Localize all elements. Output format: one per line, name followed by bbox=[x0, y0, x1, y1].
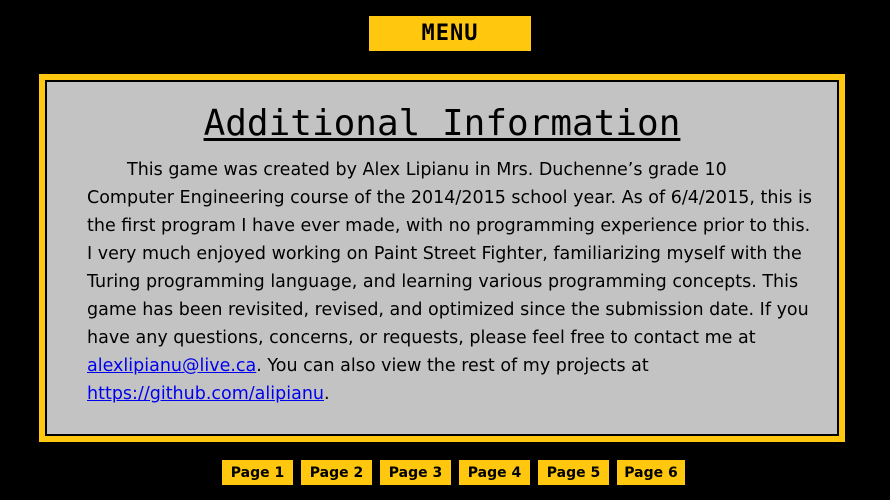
info-paragraph: This game was created by Alex Lipianu in… bbox=[87, 156, 813, 408]
page-1-button[interactable]: Page 1 bbox=[222, 460, 293, 485]
info-title: Additional Information bbox=[203, 103, 681, 144]
email-link[interactable]: alexlipianu@live.ca bbox=[87, 356, 256, 376]
page-6-button[interactable]: Page 6 bbox=[617, 460, 685, 485]
page-5-button[interactable]: Page 5 bbox=[538, 460, 609, 485]
github-link[interactable]: https://github.com/alipianu bbox=[87, 384, 324, 404]
page-navigation: Page 1 Page 2 Page 3 Page 4 Page 5 Page … bbox=[222, 460, 685, 485]
info-panel: Additional Information This game was cre… bbox=[45, 80, 839, 436]
page-2-button[interactable]: Page 2 bbox=[301, 460, 372, 485]
menu-button[interactable]: MENU bbox=[369, 16, 531, 51]
info-text-part3: . bbox=[324, 384, 330, 404]
info-text-part1: This game was created by Alex Lipianu in… bbox=[87, 160, 812, 348]
info-panel-frame: Additional Information This game was cre… bbox=[39, 74, 845, 442]
page-3-button[interactable]: Page 3 bbox=[380, 460, 451, 485]
page-4-button[interactable]: Page 4 bbox=[459, 460, 530, 485]
info-text-part2: . You can also view the rest of my proje… bbox=[256, 356, 649, 376]
